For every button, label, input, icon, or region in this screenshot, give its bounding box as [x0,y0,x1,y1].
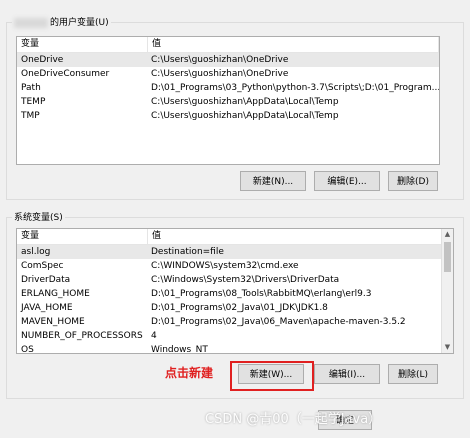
scroll-thumb[interactable] [444,242,451,272]
redacted-username [14,17,48,28]
table-row[interactable]: asl.log Destination=file [17,245,453,259]
user-new-button[interactable]: 新建(N)... [240,171,306,191]
table-row[interactable]: MAVEN_HOME D:\01_Programs\02_Java\06_Mav… [17,315,453,329]
scroll-down-icon[interactable]: ▼ [442,342,453,353]
col-variable-header[interactable]: 变量 [17,229,148,244]
sys-vars-header: 变量 值 [17,229,453,245]
watermark: CSDN @青00（一起学Java） [205,412,382,427]
sys-vars-list[interactable]: 变量 值 asl.log Destination=file ComSpec C:… [16,228,454,354]
table-row[interactable]: OS Windows_NT [17,343,453,353]
user-delete-button[interactable]: 删除(D) [388,171,438,191]
table-row[interactable]: OneDriveConsumer C:\Users\guoshizhan\One… [17,67,439,81]
table-row[interactable]: Path D:\01_Programs\03_Python\python-3.7… [17,81,439,95]
user-edit-button[interactable]: 编辑(E)... [314,171,380,191]
table-row[interactable]: JAVA_HOME D:\01_Programs\02_Java\01_JDK\… [17,301,453,315]
user-vars-list[interactable]: 变量 值 OneDrive C:\Users\guoshizhan\OneDri… [16,36,440,165]
col-variable-header[interactable]: 变量 [17,37,148,52]
table-row[interactable]: OneDrive C:\Users\guoshizhan\OneDrive [17,53,439,67]
table-row[interactable]: DriverData C:\Windows\System32\Drivers\D… [17,273,453,287]
sys-vars-scrollbar[interactable]: ▲ ▼ [441,229,453,353]
col-value-header[interactable]: 值 [148,229,453,244]
sys-edit-button[interactable]: 编辑(I)... [314,364,380,384]
sys-new-button[interactable]: 新建(W)... [238,364,304,384]
user-vars-label: 的用户变量(U) [12,15,111,28]
table-row[interactable]: NUMBER_OF_PROCESSORS 4 [17,329,453,343]
annotation-text: 点击新建 [165,366,214,380]
table-row[interactable]: TEMP C:\Users\guoshizhan\AppData\Local\T… [17,95,439,109]
table-row[interactable]: ComSpec C:\WINDOWS\system32\cmd.exe [17,259,453,273]
sys-vars-label: 系统变量(S) [12,210,65,223]
table-row[interactable]: TMP C:\Users\guoshizhan\AppData\Local\Te… [17,109,439,123]
table-row[interactable]: ERLANG_HOME D:\01_Programs\08_Tools\Rabb… [17,287,453,301]
scroll-up-icon[interactable]: ▲ [442,229,453,240]
col-value-header[interactable]: 值 [148,37,439,52]
user-vars-header: 变量 值 [17,37,439,53]
sys-delete-button[interactable]: 删除(L) [388,364,438,384]
